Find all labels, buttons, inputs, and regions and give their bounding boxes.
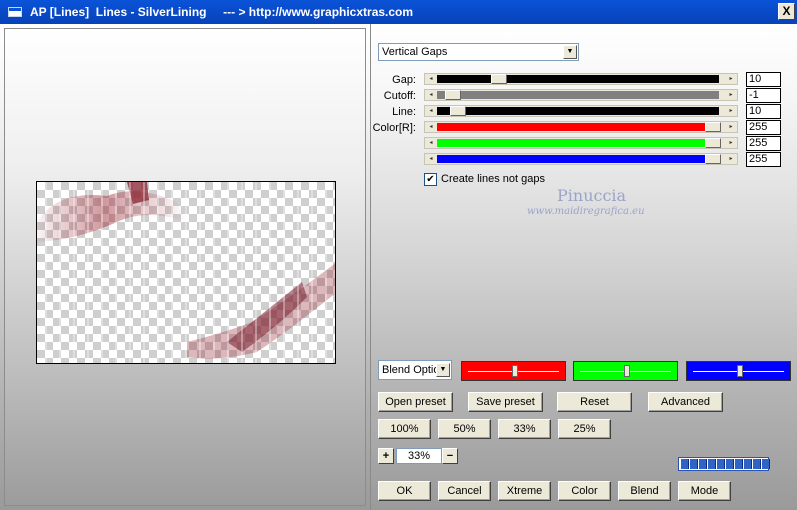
slider-thumb[interactable] — [705, 138, 721, 148]
zoom-value-field[interactable]: 33% — [396, 448, 442, 464]
progress-cell — [753, 459, 761, 469]
slider[interactable]: ◂ ▸ — [424, 105, 738, 117]
create-lines-label: Create lines not gaps — [441, 173, 545, 185]
zoom-out-button[interactable]: − — [442, 448, 458, 464]
zoom-in-button[interactable]: + — [378, 448, 394, 464]
reset-button[interactable]: Reset — [557, 392, 632, 412]
xtreme-button[interactable]: Xtreme — [498, 481, 551, 501]
arrow-right-icon[interactable]: ▸ — [726, 138, 736, 148]
color-box-green[interactable] — [573, 361, 678, 381]
mode-dropdown-value: Vertical Gaps — [382, 46, 448, 58]
preview-canvas[interactable] — [36, 181, 336, 364]
progress-cell — [699, 459, 707, 469]
progress-cell — [717, 459, 725, 469]
zoom-50-button[interactable]: 50% — [438, 419, 491, 439]
window-icon — [8, 7, 22, 17]
zoom-25-button[interactable]: 25% — [558, 419, 611, 439]
zoom-33-button[interactable]: 33% — [498, 419, 551, 439]
slider[interactable]: ◂ ▸ — [424, 73, 738, 85]
slider-label: Gap: — [392, 74, 416, 86]
slider-track[interactable] — [437, 91, 719, 99]
arrow-right-icon[interactable]: ▸ — [726, 154, 736, 164]
advanced-button[interactable]: Advanced — [648, 392, 723, 412]
arrow-left-icon[interactable]: ◂ — [426, 122, 436, 132]
progress-cell — [690, 459, 698, 469]
slider-track[interactable] — [437, 139, 719, 147]
slider-label: Color[R]: — [372, 122, 416, 134]
arrow-right-icon[interactable]: ▸ — [726, 106, 736, 116]
color-button[interactable]: Color — [558, 481, 611, 501]
progress-cell — [762, 459, 770, 469]
slider[interactable]: ◂ ▸ — [424, 153, 738, 165]
preview-pane — [4, 28, 366, 506]
mode-button[interactable]: Mode — [678, 481, 731, 501]
watermark-url: www.maidiregrafica.eu — [527, 206, 645, 217]
ok-button[interactable]: OK — [378, 481, 431, 501]
cancel-button[interactable]: Cancel — [438, 481, 491, 501]
blend-options-value: Blend Optio — [382, 364, 436, 376]
color-box-thumb[interactable] — [512, 365, 518, 377]
arrow-left-icon[interactable]: ◂ — [426, 154, 436, 164]
slider-thumb[interactable] — [445, 90, 461, 100]
slider-value-field[interactable]: -1 — [746, 88, 781, 103]
arrow-left-icon[interactable]: ◂ — [426, 106, 436, 116]
create-lines-checkbox[interactable]: ✔ — [424, 173, 437, 186]
slider[interactable]: ◂ ▸ — [424, 121, 738, 133]
progress-cell — [726, 459, 734, 469]
progress-cell — [735, 459, 743, 469]
color-box-thumb[interactable] — [737, 365, 743, 377]
open-preset-button[interactable]: Open preset — [378, 392, 453, 412]
slider-thumb[interactable] — [491, 74, 507, 84]
arrow-right-icon[interactable]: ▸ — [726, 122, 736, 132]
slider[interactable]: ◂ ▸ — [424, 89, 738, 101]
slider-value-field[interactable]: 10 — [746, 72, 781, 87]
preview-image — [37, 182, 335, 363]
slider-track[interactable] — [437, 155, 719, 163]
slider-value-field[interactable]: 255 — [746, 152, 781, 167]
color-box-thumb[interactable] — [624, 365, 630, 377]
save-preset-button[interactable]: Save preset — [468, 392, 543, 412]
slider[interactable]: ◂ ▸ — [424, 137, 738, 149]
title-bar: AP [Lines] Lines - SilverLining --- > ht… — [0, 0, 797, 24]
slider-track[interactable] — [437, 75, 719, 83]
slider-thumb[interactable] — [705, 154, 721, 164]
blend-options-dropdown[interactable]: Blend Optio ▼ — [378, 360, 452, 380]
slider-value-field[interactable]: 10 — [746, 104, 781, 119]
slider-label: Cutoff: — [383, 90, 416, 102]
arrow-left-icon[interactable]: ◂ — [426, 138, 436, 148]
close-button[interactable]: X — [778, 3, 795, 20]
chevron-down-icon[interactable]: ▼ — [436, 363, 450, 377]
blend-button[interactable]: Blend — [618, 481, 671, 501]
watermark-name: Pinuccia — [557, 186, 627, 205]
progress-meter — [678, 457, 770, 471]
slider-thumb[interactable] — [705, 122, 721, 132]
progress-cell — [744, 459, 752, 469]
arrow-right-icon[interactable]: ▸ — [726, 74, 736, 84]
color-box-blue[interactable] — [686, 361, 791, 381]
slider-value-field[interactable]: 255 — [746, 120, 781, 135]
slider-thumb[interactable] — [450, 106, 466, 116]
mode-dropdown[interactable]: Vertical Gaps ▼ — [378, 43, 579, 61]
slider-track[interactable] — [437, 107, 719, 115]
progress-cell — [681, 459, 689, 469]
slider-value-field[interactable]: 255 — [746, 136, 781, 151]
arrow-left-icon[interactable]: ◂ — [426, 74, 436, 84]
slider-label: Line: — [392, 106, 416, 118]
progress-cell — [708, 459, 716, 469]
window-title: AP [Lines] Lines - SilverLining --- > ht… — [30, 5, 414, 19]
zoom-100-button[interactable]: 100% — [378, 419, 431, 439]
arrow-right-icon[interactable]: ▸ — [726, 90, 736, 100]
slider-track[interactable] — [437, 123, 719, 131]
chevron-down-icon[interactable]: ▼ — [563, 45, 577, 59]
arrow-left-icon[interactable]: ◂ — [426, 90, 436, 100]
color-box-red[interactable] — [461, 361, 566, 381]
